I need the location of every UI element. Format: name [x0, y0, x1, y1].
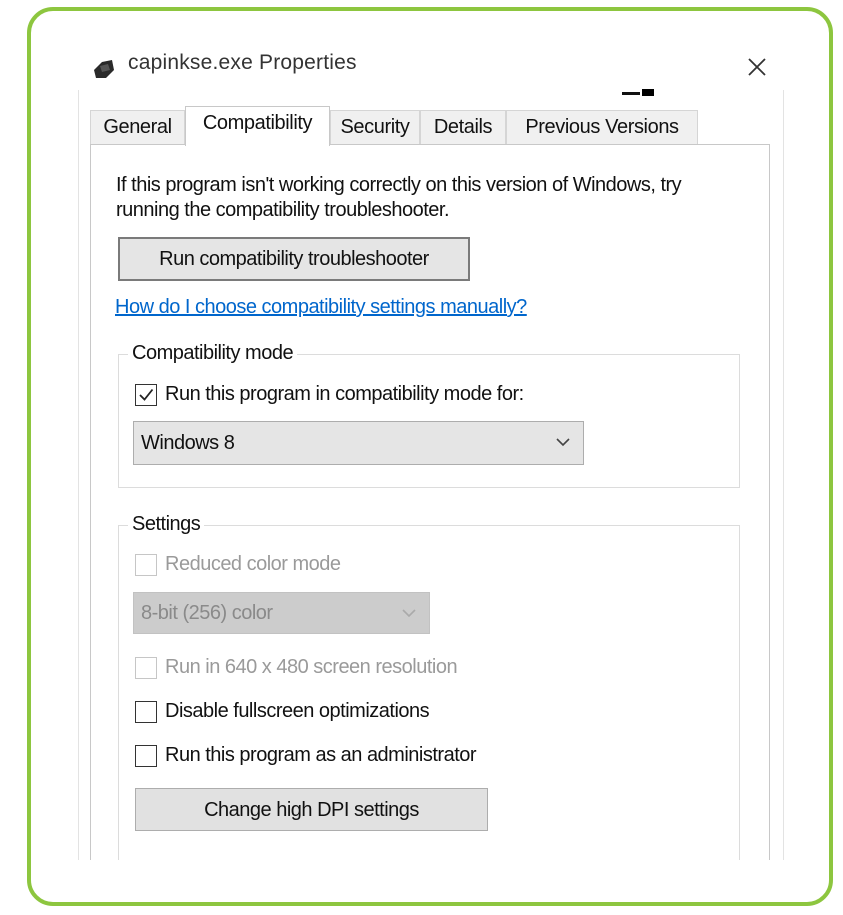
- compatibility-mode-legend: Compatibility mode: [128, 342, 298, 365]
- settings-legend: Settings: [128, 513, 205, 536]
- run-troubleshooter-button[interactable]: Run compatibility troubleshooter: [118, 237, 470, 281]
- tab-label: General: [103, 116, 172, 138]
- fullscreen-option[interactable]: Disable fullscreen optimizations: [135, 700, 430, 723]
- tab-label: Compatibility: [202, 112, 313, 134]
- os-version-select[interactable]: Windows 8: [133, 421, 584, 465]
- compat-mode-checkbox[interactable]: [135, 383, 157, 406]
- tab-compatibility[interactable]: Compatibility: [185, 106, 330, 146]
- fullscreen-label: Disable fullscreen optimizations: [165, 700, 430, 722]
- admin-checkbox[interactable]: [135, 744, 157, 767]
- tab-label: Previous Versions: [525, 116, 679, 138]
- tab-previous-versions[interactable]: Previous Versions: [506, 110, 698, 144]
- tab-details[interactable]: Details: [420, 110, 506, 144]
- checkmark-icon: [139, 388, 154, 401]
- admin-option[interactable]: Run this program as an administrator: [135, 744, 477, 767]
- resolution-checkbox[interactable]: [135, 656, 157, 679]
- resolution-label: Run in 640 x 480 screen resolution: [165, 656, 458, 678]
- close-icon[interactable]: [748, 58, 766, 76]
- color-depth-select[interactable]: 8-bit (256) color: [133, 592, 430, 634]
- reduced-color-label: Reduced color mode: [165, 553, 341, 575]
- tab-security[interactable]: Security: [330, 110, 420, 144]
- resolution-option[interactable]: Run in 640 x 480 screen resolution: [135, 656, 458, 679]
- compat-mode-option[interactable]: Run this program in compatibility mode f…: [135, 383, 524, 406]
- dialog-right-edge: [783, 90, 784, 860]
- artifact-mark: [622, 89, 654, 96]
- chevron-down-icon: [402, 609, 416, 618]
- fullscreen-checkbox[interactable]: [135, 700, 157, 723]
- window-title: capinkse.exe Properties: [128, 51, 357, 74]
- reduced-color-option[interactable]: Reduced color mode: [135, 553, 341, 576]
- reduced-color-checkbox[interactable]: [135, 553, 157, 576]
- compat-mode-label: Run this program in compatibility mode f…: [165, 383, 524, 405]
- help-link[interactable]: How do I choose compatibility settings m…: [115, 296, 527, 319]
- program-icon: [94, 60, 114, 78]
- tab-label: Details: [433, 116, 493, 138]
- os-version-value: Windows 8: [141, 432, 235, 454]
- tab-label: Security: [340, 116, 410, 138]
- dialog-left-edge: [78, 90, 79, 860]
- title-bar: capinkse.exe Properties: [88, 46, 788, 86]
- tab-general[interactable]: General: [90, 110, 185, 144]
- color-depth-value: 8-bit (256) color: [141, 602, 273, 624]
- change-dpi-button[interactable]: Change high DPI settings: [135, 788, 488, 831]
- admin-label: Run this program as an administrator: [165, 744, 477, 766]
- intro-text: If this program isn't working correctly …: [116, 174, 682, 221]
- chevron-down-icon: [556, 438, 570, 447]
